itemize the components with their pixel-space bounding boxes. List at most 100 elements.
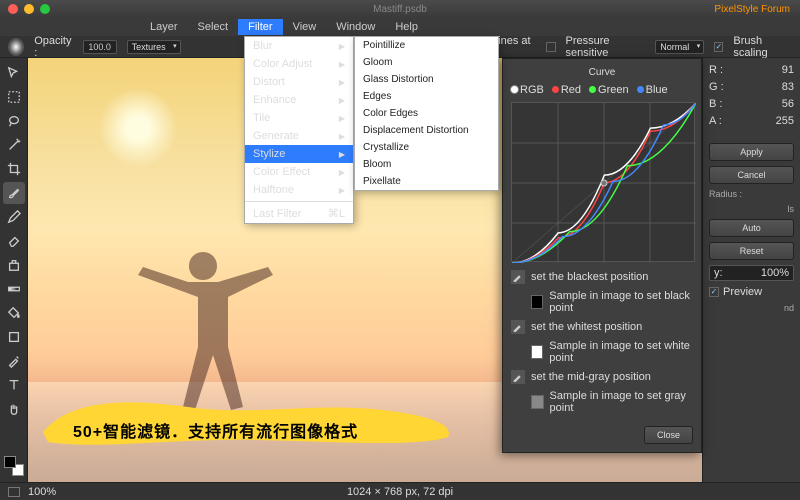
move-tool[interactable] — [3, 62, 25, 84]
curve-title: Curve — [511, 67, 693, 78]
menu-filter[interactable]: Filter — [238, 19, 282, 35]
preview-checkbox[interactable] — [709, 287, 719, 297]
stylize-bloom[interactable]: Bloom — [355, 156, 498, 173]
channel-rgb[interactable]: RGB — [511, 84, 544, 96]
foreground-color-swatch[interactable] — [4, 456, 16, 468]
hand-tool[interactable] — [3, 398, 25, 420]
radius-label: Radius : — [709, 189, 794, 199]
black-point-sub: Sample in image to set black point — [511, 290, 693, 314]
menu-window[interactable]: Window — [326, 19, 385, 35]
marquee-tool[interactable] — [3, 86, 25, 108]
filter-color-effect[interactable]: Color Effect▶ — [245, 163, 353, 181]
brush-preview-icon[interactable] — [8, 38, 24, 56]
eyedropper-black-icon[interactable] — [511, 270, 525, 284]
filter-distort[interactable]: Distort▶ — [245, 73, 353, 91]
opacity-input[interactable]: 100.0 — [83, 40, 117, 54]
document-title: Mastiff.psdb — [373, 4, 427, 15]
nav-box-icon[interactable] — [8, 487, 20, 497]
color-swatches[interactable] — [4, 456, 24, 476]
promo-slogan: 50+智能滤镜．支持所有流行图像格式 — [73, 418, 358, 442]
curve-panel: Curve RGB Red Green Blue set the blackes… — [502, 58, 702, 453]
text-tool[interactable] — [3, 374, 25, 396]
crop-tool[interactable] — [3, 158, 25, 180]
curve-graph[interactable] — [511, 102, 695, 262]
forum-link[interactable]: PixelStyle Forum — [714, 4, 790, 15]
pencil-tool[interactable] — [3, 206, 25, 228]
clone-tool[interactable] — [3, 254, 25, 276]
minimize-icon[interactable] — [24, 4, 34, 14]
filter-halftone[interactable]: Halftone▶ — [245, 181, 353, 199]
panel-tab-ls[interactable]: ls — [709, 204, 794, 214]
filter-last: Last Filter⌘L — [245, 204, 353, 223]
info-b: B :56 — [709, 98, 794, 110]
cancel-button[interactable]: Cancel — [709, 166, 794, 184]
gray-point-row: set the mid-gray position — [511, 370, 693, 384]
channel-red[interactable]: Red — [552, 84, 581, 96]
black-point-row: set the blackest position — [511, 270, 693, 284]
stylize-crystallize[interactable]: Crystallize — [355, 139, 498, 156]
close-button[interactable]: Close — [644, 426, 693, 444]
menu-select[interactable]: Select — [188, 19, 239, 35]
info-r: R :91 — [709, 64, 794, 76]
toolstrip — [0, 58, 28, 482]
lasso-tool[interactable] — [3, 110, 25, 132]
eyedropper-gray-icon[interactable] — [511, 370, 525, 384]
stylize-edges[interactable]: Edges — [355, 88, 498, 105]
filter-enhance[interactable]: Enhance▶ — [245, 91, 353, 109]
brush-scaling-label: Brush scaling — [733, 35, 792, 59]
filter-stylize[interactable]: Stylize▶ — [245, 145, 353, 163]
layer-opacity-select[interactable]: y:100% — [709, 265, 794, 281]
channel-green[interactable]: Green — [589, 84, 629, 96]
panel-tab-nd[interactable]: nd — [709, 303, 794, 313]
bucket-tool[interactable] — [3, 302, 25, 324]
apply-button[interactable]: Apply — [709, 143, 794, 161]
stylize-displacement[interactable]: Displacement Distortion — [355, 122, 498, 139]
black-swatch[interactable] — [531, 295, 543, 309]
eyedropper-tool[interactable] — [3, 350, 25, 372]
stylize-color-edges[interactable]: Color Edges — [355, 105, 498, 122]
filter-tile[interactable]: Tile▶ — [245, 109, 353, 127]
brush-scaling-checkbox[interactable] — [714, 42, 723, 52]
sun-glow — [98, 88, 178, 168]
image-dimensions: 1024 × 768 px, 72 dpi — [347, 486, 453, 498]
gradient-tool[interactable] — [3, 278, 25, 300]
filter-dropdown: Blur▶ Color Adjust▶ Distort▶ Enhance▶ Ti… — [244, 36, 354, 224]
textures-select[interactable]: Textures — [127, 40, 181, 54]
auto-button[interactable]: Auto — [709, 219, 794, 237]
window-controls — [8, 4, 50, 14]
stylize-gloom[interactable]: Gloom — [355, 54, 498, 71]
statusbar: 100% 1024 × 768 px, 72 dpi — [0, 482, 800, 500]
right-panel: R :91 G :83 B :56 A :255 Apply Cancel Ra… — [702, 58, 800, 482]
wand-tool[interactable] — [3, 134, 25, 156]
channel-blue[interactable]: Blue — [637, 84, 668, 96]
blend-mode-select[interactable]: Normal — [655, 40, 704, 54]
white-point-row: set the whitest position — [511, 320, 693, 334]
gray-swatch[interactable] — [531, 395, 544, 409]
zoom-level[interactable]: 100% — [28, 486, 56, 498]
filter-generate[interactable]: Generate▶ — [245, 127, 353, 145]
eraser-tool[interactable] — [3, 230, 25, 252]
opacity-label: Opacity : — [34, 35, 73, 59]
reset-button[interactable]: Reset — [709, 242, 794, 260]
stylize-glass-distortion[interactable]: Glass Distortion — [355, 71, 498, 88]
brush-tool[interactable] — [3, 182, 25, 204]
zoom-icon[interactable] — [40, 4, 50, 14]
filter-color-adjust[interactable]: Color Adjust▶ — [245, 55, 353, 73]
menu-layer[interactable]: Layer — [140, 19, 188, 35]
curve-channels: RGB Red Green Blue — [511, 84, 693, 96]
menu-help[interactable]: Help — [385, 19, 428, 35]
shape-tool[interactable] — [3, 326, 25, 348]
filter-blur[interactable]: Blur▶ — [245, 37, 353, 55]
stylize-submenu: Pointillize Gloom Glass Distortion Edges… — [354, 36, 499, 191]
pressure-checkbox[interactable] — [546, 42, 555, 52]
preview-checkbox-row[interactable]: Preview — [709, 286, 794, 298]
white-swatch[interactable] — [531, 345, 543, 359]
info-a: A :255 — [709, 115, 794, 127]
close-icon[interactable] — [8, 4, 18, 14]
menubar: Layer Select Filter View Window Help — [0, 18, 800, 36]
menu-view[interactable]: View — [283, 19, 327, 35]
stylize-pixellate[interactable]: Pixellate — [355, 173, 498, 190]
eyedropper-white-icon[interactable] — [511, 320, 525, 334]
stylize-pointillize[interactable]: Pointillize — [355, 37, 498, 54]
gray-point-sub: Sample in image to set gray point — [511, 390, 693, 414]
